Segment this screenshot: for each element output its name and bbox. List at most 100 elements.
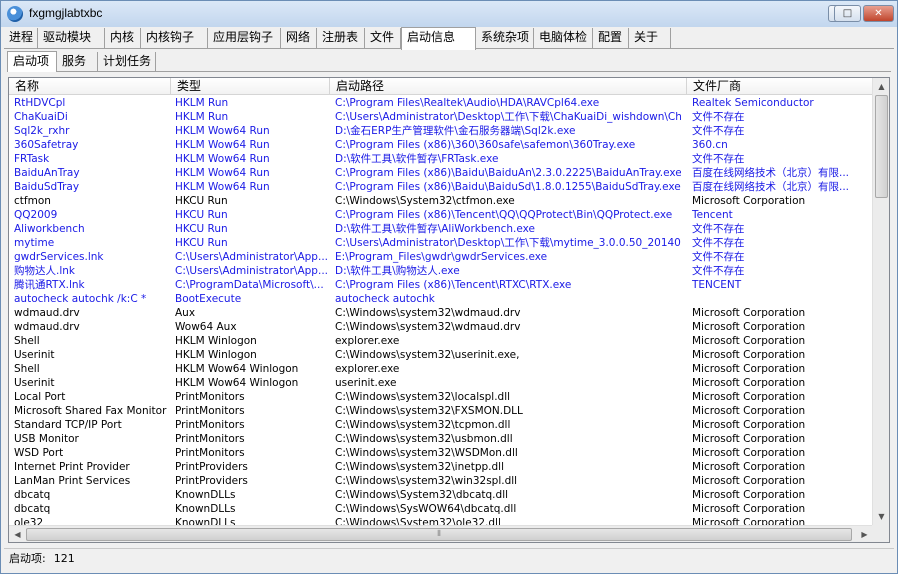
table-row[interactable]: mytime HKCU Run C:\Users\Administrator\Des…: [9, 236, 873, 250]
tab-1[interactable]: 驱动模块: [38, 28, 105, 48]
tab-4[interactable]: 应用层钩子: [208, 28, 281, 48]
table-row[interactable]: USB Monitor PrintMonitors C:\Windows\syste…: [9, 432, 873, 446]
startup-list[interactable]: 名称 类型 启动路径 文件厂商 RtHDVCpl HKLM Run C:\Progr…: [8, 77, 890, 543]
table-row[interactable]: ctfmon HKCU Run C:\Windows\System32\ctfmon…: [9, 194, 873, 208]
table-row[interactable]: QQ2009 HKCU Run C:\Program Files (x86)\Ten…: [9, 208, 873, 222]
cell-vendor: 文件不存在: [692, 111, 745, 123]
cell-path: C:\Program Files (x86)\Baidu\BaiduAn\2.3…: [335, 167, 681, 179]
cell-type: HKLM Winlogon: [175, 335, 257, 347]
table-row[interactable]: WSD Port PrintMonitors C:\Windows\system32…: [9, 446, 873, 460]
table-row[interactable]: wdmaud.drv Wow64 Aux C:\Windows\system32\w…: [9, 320, 873, 334]
cell-path: C:\Windows\system32\usbmon.dll: [335, 433, 513, 445]
table-row[interactable]: 购物达人.lnk C:\Users\Administrator\App... D:\…: [9, 264, 873, 278]
table-row[interactable]: Standard TCP/IP Port PrintMonitors C:\Wind…: [9, 418, 873, 432]
tab-10[interactable]: 电脑体检: [534, 28, 593, 48]
tab-8[interactable]: 启动信息: [401, 27, 476, 50]
cell-type: PrintMonitors: [175, 419, 245, 431]
horizontal-scroll-thumb[interactable]: ⦀: [26, 528, 852, 541]
horizontal-scrollbar[interactable]: ◀ ⦀ ▶: [9, 525, 873, 542]
subtab-2[interactable]: 计划任务: [98, 52, 156, 71]
scroll-right-icon[interactable]: ▶: [856, 526, 873, 542]
vertical-scroll-thumb[interactable]: [875, 95, 888, 198]
cell-path: C:\Windows\SysWOW64\dbcatq.dll: [335, 503, 517, 515]
tab-5[interactable]: 网络: [281, 28, 317, 48]
cell-name: Standard TCP/IP Port: [14, 419, 122, 431]
scroll-up-icon[interactable]: ▲: [873, 78, 889, 95]
table-row[interactable]: Internet Print Provider PrintProviders C:\…: [9, 460, 873, 474]
tab-2[interactable]: 内核: [105, 28, 141, 48]
cell-vendor: 文件不存在: [692, 223, 745, 235]
column-header-path[interactable]: 启动路径: [330, 78, 687, 95]
cell-vendor: 文件不存在: [692, 125, 745, 137]
cell-type: C:\Users\Administrator\App...: [175, 251, 328, 263]
cell-vendor: Microsoft Corporation: [692, 349, 806, 361]
cell-type: HKLM Winlogon: [175, 349, 257, 361]
cell-path: D:\金石ERP生产管理软件\金石服务器端\Sql2k.exe: [335, 125, 576, 137]
table-row[interactable]: Local Port PrintMonitors C:\Windows\system…: [9, 390, 873, 404]
cell-name: gwdrServices.lnk: [14, 251, 104, 263]
subtab-0[interactable]: 启动项: [7, 51, 57, 72]
title-bar[interactable]: fxgmgjlabtxbc ─ □ ✕: [1, 1, 897, 27]
cell-vendor: 文件不存在: [692, 153, 745, 165]
table-row[interactable]: BaiduSdTray HKLM Wow64 Run C:\Program File…: [9, 180, 873, 194]
tab-11[interactable]: 配置: [593, 28, 629, 48]
table-row[interactable]: wdmaud.drv Aux C:\Windows\system32\wdmaud.…: [9, 306, 873, 320]
cell-name: dbcatq: [14, 503, 51, 515]
cell-type: HKLM Wow64 Run: [175, 167, 270, 179]
cell-type: PrintProviders: [175, 475, 248, 487]
table-row[interactable]: autocheck autochk /k:C * BootExecute autoc…: [9, 292, 873, 306]
cell-name: ChaKuaiDi: [14, 111, 68, 123]
table-row[interactable]: dbcatq KnownDLLs C:\Windows\System32\dbcat…: [9, 488, 873, 502]
cell-vendor: TENCENT: [692, 279, 742, 291]
cell-name: BaiduAnTray: [14, 167, 80, 179]
table-row[interactable]: BaiduAnTray HKLM Wow64 Run C:\Program File…: [9, 166, 873, 180]
table-row[interactable]: Shell HKLM Winlogon explorer.exe Microsoft …: [9, 334, 873, 348]
cell-name: QQ2009: [14, 209, 58, 221]
vertical-scrollbar[interactable]: ▲ ▼: [872, 78, 889, 525]
cell-name: wdmaud.drv: [14, 307, 80, 319]
scroll-left-icon[interactable]: ◀: [9, 526, 26, 542]
column-header-name[interactable]: 名称: [9, 78, 171, 95]
table-row[interactable]: ChaKuaiDi HKLM Run C:\Users\Administrator\…: [9, 110, 873, 124]
table-row[interactable]: gwdrServices.lnk C:\Users\Administrator\A…: [9, 250, 873, 264]
tab-7[interactable]: 文件: [365, 28, 401, 48]
cell-name: BaiduSdTray: [14, 181, 80, 193]
column-header-vendor[interactable]: 文件厂商: [687, 78, 873, 95]
column-header-type[interactable]: 类型: [171, 78, 330, 95]
table-row[interactable]: 腾讯通RTX.lnk C:\ProgramData\Microsoft\... C:…: [9, 278, 873, 292]
subtab-1[interactable]: 服务: [57, 52, 98, 71]
table-row[interactable]: FRTask HKLM Wow64 Run D:\软件工具\软件暂存\FRTask.…: [9, 152, 873, 166]
maximize-button[interactable]: □: [834, 5, 861, 22]
cell-vendor: [692, 292, 872, 306]
table-row[interactable]: Userinit HKLM Winlogon C:\Windows\system32…: [9, 348, 873, 362]
table-row[interactable]: dbcatq KnownDLLs C:\Windows\SysWOW64\dbcat…: [9, 502, 873, 516]
table-row[interactable]: Microsoft Shared Fax Monitor PrintMonitor…: [9, 404, 873, 418]
tab-6[interactable]: 注册表: [317, 28, 365, 48]
cell-path: C:\Windows\system32\wdmaud.drv: [335, 307, 521, 319]
tab-12[interactable]: 关于: [629, 28, 671, 48]
table-row[interactable]: Aliworkbench HKCU Run D:\软件工具\软件暂存\AliWork…: [9, 222, 873, 236]
cell-type: PrintMonitors: [175, 391, 245, 403]
cell-vendor: 文件不存在: [692, 251, 745, 263]
cell-name: 购物达人.lnk: [14, 265, 75, 277]
cell-type: HKLM Wow64 Run: [175, 181, 270, 193]
cell-vendor: Tencent: [692, 209, 733, 221]
cell-name: Userinit: [14, 377, 55, 389]
table-row[interactable]: RtHDVCpl HKLM Run C:\Program Files\Realtek…: [9, 96, 873, 110]
table-row[interactable]: Userinit HKLM Wow64 Winlogon userinit.exe M…: [9, 376, 873, 390]
table-row[interactable]: 360Safetray HKLM Wow64 Run C:\Program File…: [9, 138, 873, 152]
cell-type: HKLM Wow64 Run: [175, 153, 270, 165]
scroll-down-icon[interactable]: ▼: [873, 508, 889, 525]
table-row[interactable]: LanMan Print Services PrintProviders C:\Wi…: [9, 474, 873, 488]
close-button[interactable]: ✕: [863, 5, 894, 22]
tab-3[interactable]: 内核钩子: [141, 28, 208, 48]
cell-type: HKLM Wow64 Winlogon: [175, 363, 299, 375]
tab-9[interactable]: 系统杂项: [476, 28, 534, 48]
table-row[interactable]: Sql2k_rxhr HKLM Wow64 Run D:\金石ERP生产管理软件\金…: [9, 124, 873, 138]
table-row[interactable]: Shell HKLM Wow64 Winlogon explorer.exe Micr…: [9, 362, 873, 376]
cell-vendor: Microsoft Corporation: [692, 321, 806, 333]
cell-type: PrintMonitors: [175, 405, 245, 417]
cell-name: 360Safetray: [14, 139, 79, 151]
cell-path: C:\Windows\system32\userinit.exe,: [335, 349, 520, 361]
tab-0[interactable]: 进程: [4, 28, 38, 48]
